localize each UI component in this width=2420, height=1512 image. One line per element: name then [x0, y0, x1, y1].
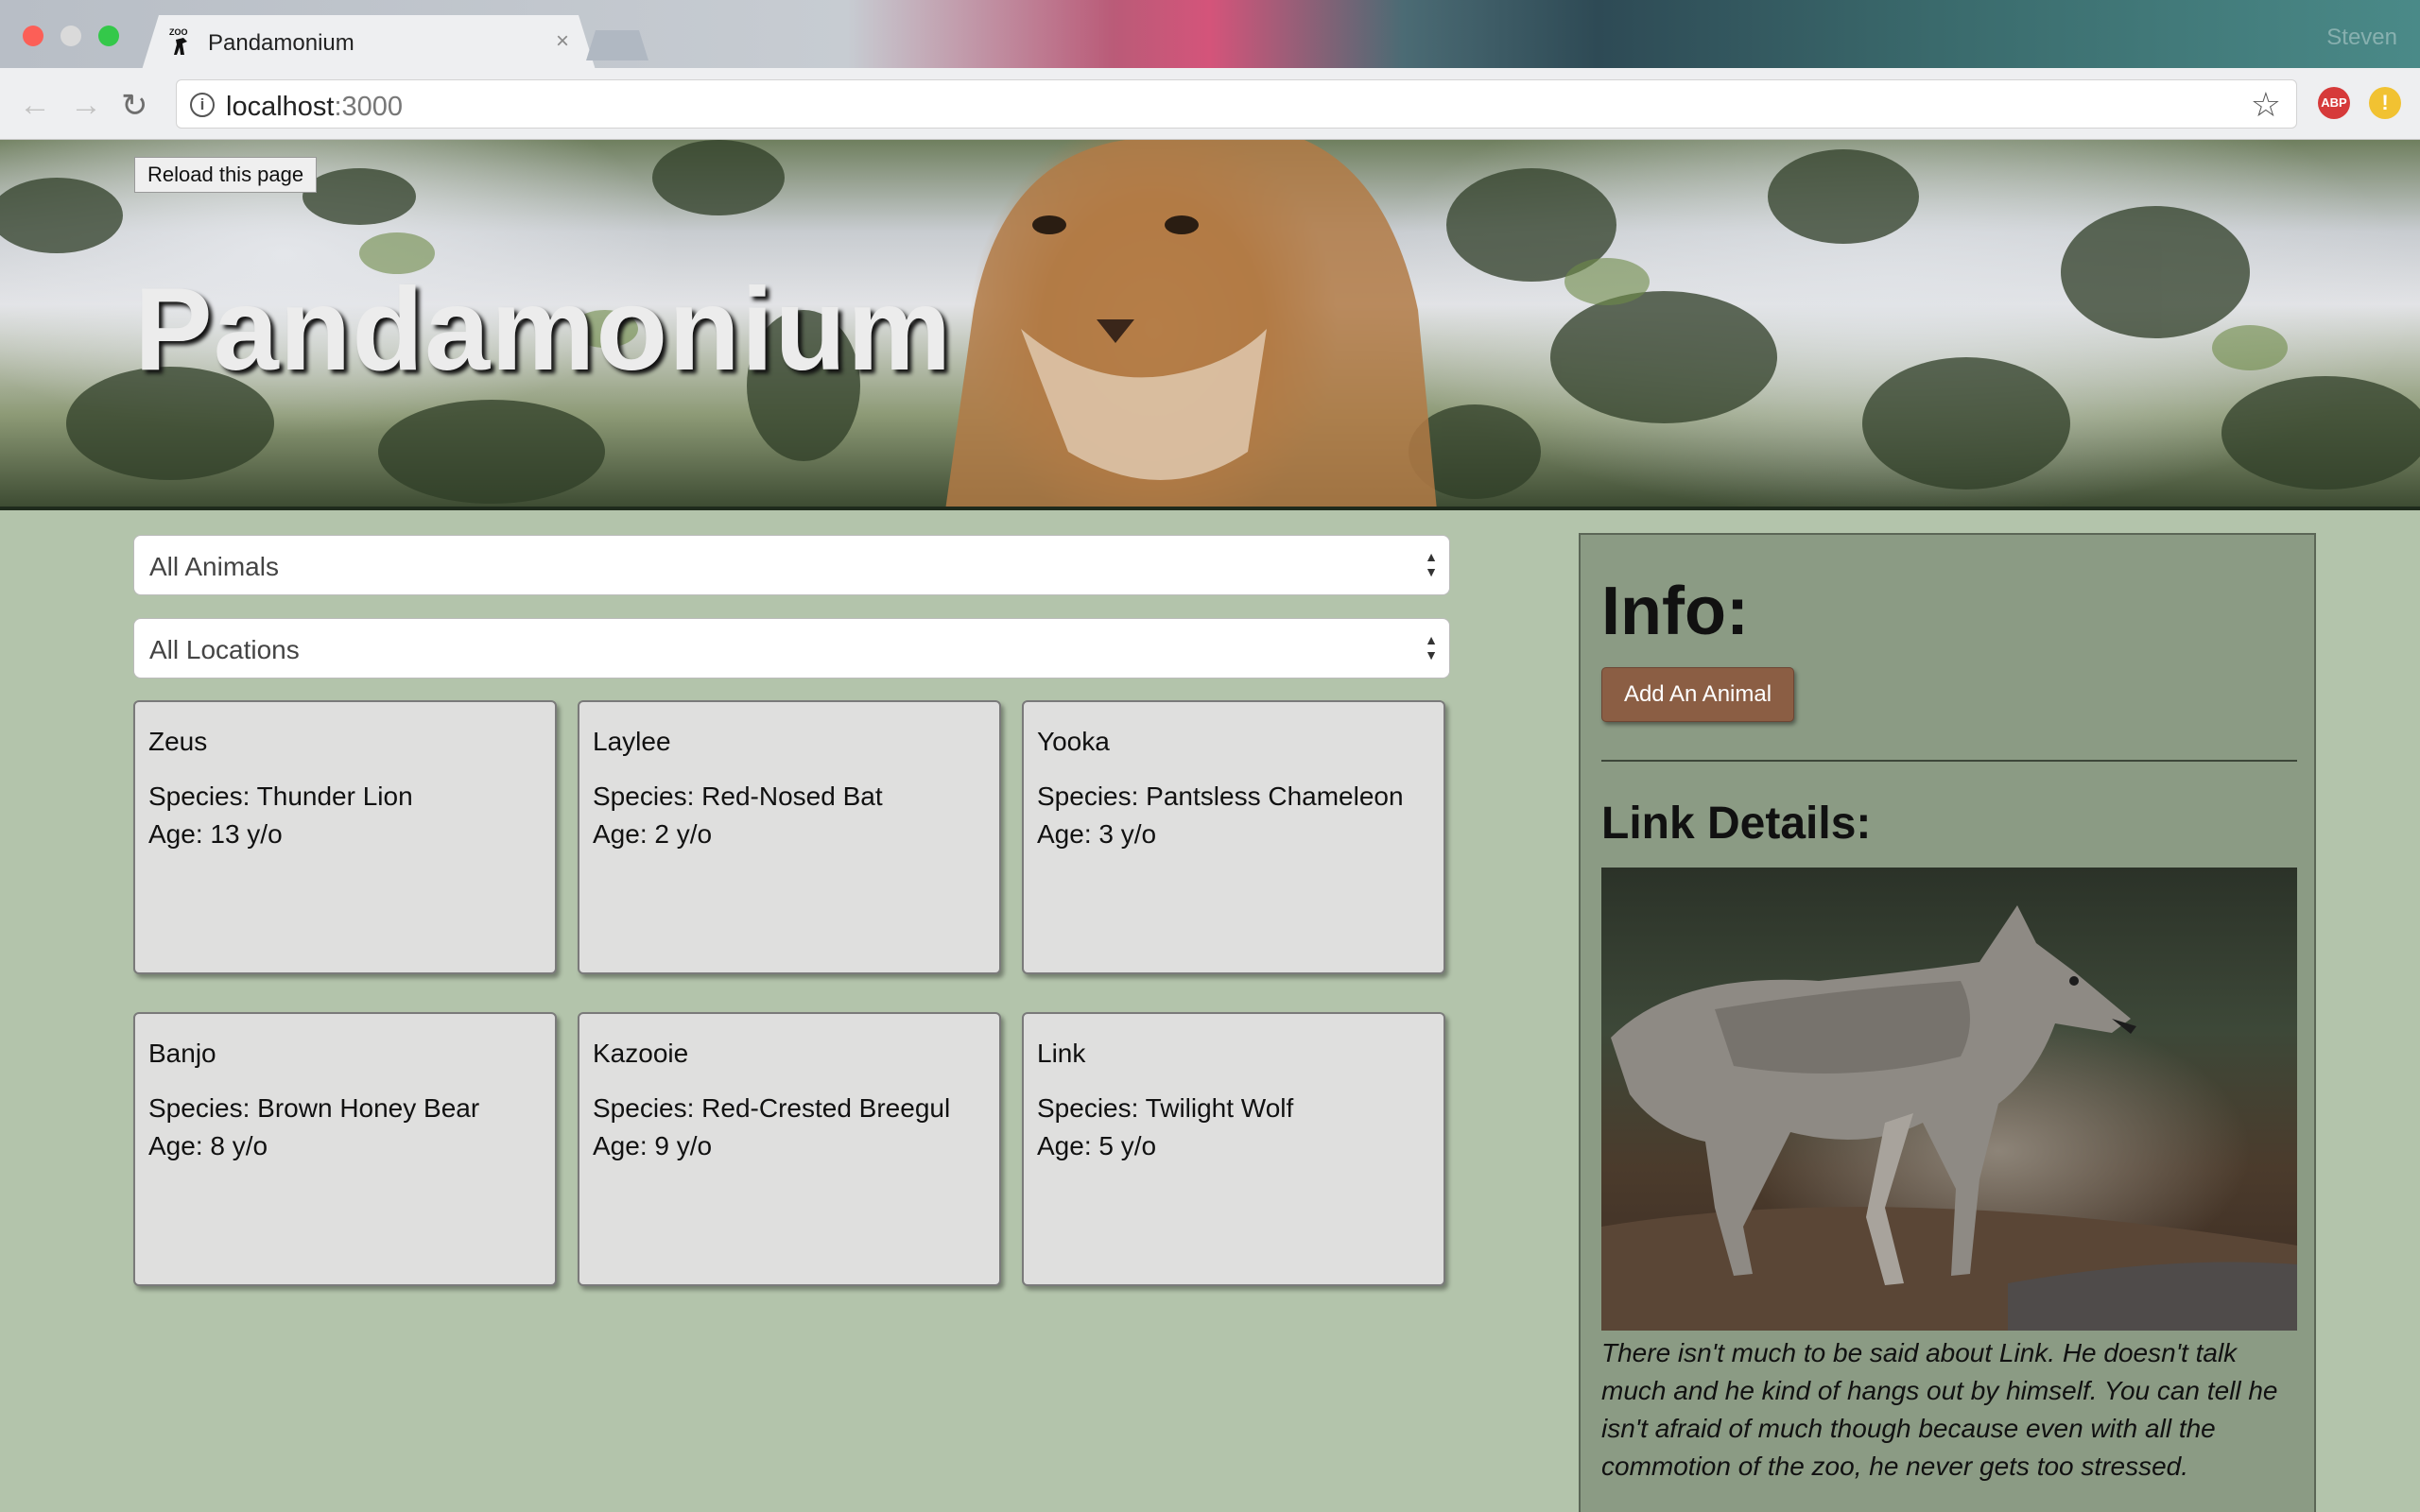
- animal-card[interactable]: Laylee Species: Red-Nosed Bat Age: 2 y/o: [578, 700, 1001, 974]
- reload-page-button[interactable]: Reload this page: [134, 157, 318, 193]
- animal-age: Age: 9 y/o: [593, 1131, 713, 1160]
- animal-age: Age: 13 y/o: [148, 819, 283, 849]
- lioness-silhouette: [945, 140, 1437, 507]
- new-tab-button[interactable]: [586, 30, 648, 60]
- animal-name: Laylee: [593, 727, 671, 756]
- animal-species: Species: Thunder Lion: [148, 782, 413, 811]
- animal-card[interactable]: Zeus Species: Thunder Lion Age: 13 y/o: [133, 700, 557, 974]
- animal-card[interactable]: Link Species: Twilight Wolf Age: 5 y/o: [1022, 1012, 1445, 1286]
- hero-banner: Reload this page Pandamonium: [0, 140, 2420, 510]
- animal-card[interactable]: Kazooie Species: Red-Crested Breegul Age…: [578, 1012, 1001, 1286]
- info-heading: Info:: [1601, 574, 1749, 649]
- details-heading: Link Details:: [1601, 799, 1872, 849]
- zoo-favicon-icon: ZOO: [169, 27, 188, 55]
- forward-icon[interactable]: →: [70, 87, 102, 124]
- info-icon[interactable]: i: [190, 93, 215, 117]
- profile-name[interactable]: Steven: [2326, 25, 2397, 51]
- tab-title: Pandamonium: [208, 30, 354, 56]
- select-arrows-icon: ▲ ▼: [1425, 632, 1438, 662]
- window-minimize-button[interactable]: [60, 26, 81, 46]
- wolf-illustration: [1601, 905, 2297, 1331]
- location-filter-value: All Locations: [149, 635, 300, 664]
- address-bar[interactable]: i localhost:3000 ☆: [176, 79, 2297, 129]
- url-port: :3000: [334, 92, 404, 122]
- browser-titlebar: ZOO Pandamonium × Steven: [0, 0, 2420, 70]
- animal-name: Zeus: [148, 727, 208, 756]
- location-filter-select[interactable]: All Locations ▲ ▼: [133, 618, 1450, 679]
- animal-species: Species: Red-Crested Breegul: [593, 1093, 951, 1123]
- add-animal-button[interactable]: Add An Animal: [1601, 667, 1794, 722]
- back-icon[interactable]: ←: [19, 87, 51, 124]
- animal-age: Age: 5 y/o: [1037, 1131, 1157, 1160]
- animal-filter-select[interactable]: All Animals ▲ ▼: [133, 535, 1450, 595]
- star-icon[interactable]: ☆: [2251, 85, 2281, 125]
- animal-name: Banjo: [148, 1039, 216, 1068]
- window-maximize-button[interactable]: [98, 26, 119, 46]
- info-panel: Info: Add An Animal Link Details: There …: [1579, 533, 2316, 1512]
- animal-species: Species: Red-Nosed Bat: [593, 782, 883, 811]
- adblock-icon[interactable]: ABP: [2318, 87, 2350, 119]
- animal-species: Species: Twilight Wolf: [1037, 1093, 1294, 1123]
- animal-age: Age: 8 y/o: [148, 1131, 268, 1160]
- animal-name: Kazooie: [593, 1039, 689, 1068]
- animal-photo: [1601, 868, 2297, 1331]
- animal-name: Yooka: [1037, 727, 1110, 756]
- animal-description: There isn't much to be said about Link. …: [1601, 1338, 2278, 1481]
- svg-text:ZOO: ZOO: [169, 27, 188, 37]
- url-host: localhost: [226, 92, 335, 122]
- animal-name: Link: [1037, 1039, 1086, 1068]
- animal-card[interactable]: Banjo Species: Brown Honey Bear Age: 8 y…: [133, 1012, 557, 1286]
- select-arrows-icon: ▲ ▼: [1425, 549, 1438, 579]
- tab-close-icon[interactable]: ×: [556, 28, 569, 55]
- reload-icon[interactable]: ↻: [121, 87, 148, 125]
- extension-warning-icon[interactable]: !: [2369, 87, 2401, 119]
- info-divider: [1601, 760, 2297, 762]
- page-title: Pandamonium: [134, 265, 953, 395]
- window-close-button[interactable]: [23, 26, 43, 46]
- animal-card[interactable]: Yooka Species: Pantsless Chameleon Age: …: [1022, 700, 1445, 974]
- animal-species: Species: Brown Honey Bear: [148, 1093, 480, 1123]
- animal-filter-value: All Animals: [149, 552, 279, 581]
- url-text[interactable]: localhost:3000: [226, 92, 403, 123]
- browser-toolbar: ← → ↻ i localhost:3000 ☆: [0, 68, 2420, 140]
- animal-age: Age: 2 y/o: [593, 819, 713, 849]
- animal-species: Species: Pantsless Chameleon: [1037, 782, 1404, 811]
- animal-age: Age: 3 y/o: [1037, 819, 1157, 849]
- browser-tab[interactable]: ZOO Pandamonium ×: [142, 15, 596, 70]
